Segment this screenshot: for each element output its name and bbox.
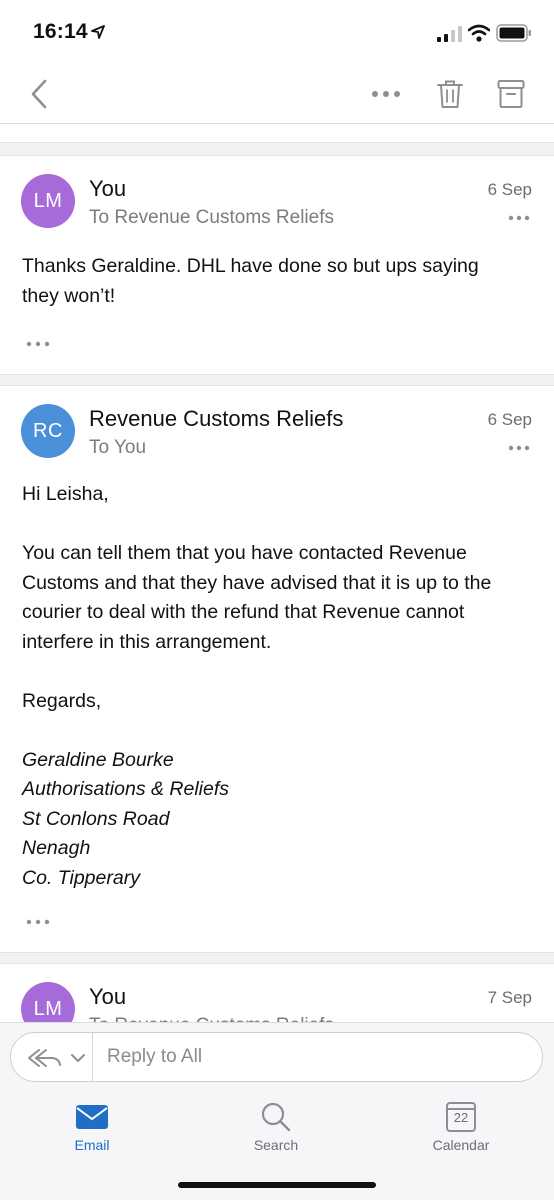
message-card[interactable]: RC Revenue Customs Reliefs To You 6 Sep … (0, 386, 554, 952)
message-separator (0, 374, 554, 386)
more-horizontal-icon (372, 91, 400, 97)
more-options-button[interactable] (366, 78, 406, 110)
message-more-icon[interactable] (508, 444, 530, 452)
tab-label: Search (253, 1137, 299, 1153)
home-indicator (178, 1182, 376, 1188)
body-line: interfere in this arrangement. (22, 630, 272, 653)
recipient-line: To You (89, 437, 147, 458)
location-arrow-icon (91, 25, 105, 39)
signature-line: Geraldine Bourke (22, 748, 174, 771)
signature-line: Co. Tipperary (22, 866, 140, 889)
message-body: Hi Leisha, You can tell them that you ha… (22, 480, 537, 893)
body-line: courier to deal with the refund that Rev… (22, 601, 465, 623)
reply-all-icon[interactable] (25, 1043, 87, 1073)
recipient-line: To Revenue Customs Reliefs (89, 207, 334, 228)
message-card[interactable]: LM You To Revenue Customs Reliefs 6 Sep … (0, 156, 554, 374)
body-line: they won’t! (22, 284, 116, 307)
tab-calendar[interactable]: 22 Calendar (406, 1101, 516, 1167)
avatar: RC (21, 404, 75, 458)
bottom-panel: Reply to All Email Search 22 Calendar (0, 1022, 554, 1200)
calendar-icon: 22 (443, 1101, 479, 1133)
search-icon (261, 1102, 291, 1132)
message-card[interactable]: LM You To Revenue Customs Reliefs 7 Sep (0, 964, 554, 1024)
body-line: Customs and that they have advised that … (22, 571, 492, 594)
trash-icon (437, 80, 463, 108)
chevron-left-icon (31, 79, 47, 109)
expand-quoted-icon[interactable] (26, 340, 50, 348)
archive-icon (497, 80, 525, 108)
sender-name: You (89, 984, 127, 1009)
archive-button[interactable] (493, 76, 529, 112)
message-more-icon[interactable] (508, 214, 530, 222)
delete-button[interactable] (432, 76, 468, 112)
message-date: 6 Sep (487, 410, 532, 429)
back-button[interactable] (22, 76, 56, 112)
status-time: 16:14 (33, 20, 88, 43)
expand-quoted-icon[interactable] (26, 918, 50, 926)
closing: Regards, (22, 689, 102, 712)
reply-field[interactable]: Reply to All (10, 1032, 543, 1082)
calendar-date: 22 (453, 1110, 469, 1125)
body-line: You can tell them that you have contacte… (22, 542, 467, 564)
tab-search[interactable]: Search (221, 1101, 331, 1167)
message-date: 7 Sep (487, 988, 532, 1007)
tab-label: Email (74, 1137, 110, 1153)
sender-name: Revenue Customs Reliefs (89, 406, 344, 431)
wifi-icon (468, 24, 490, 42)
message-separator (0, 142, 554, 156)
navigation-bar (0, 64, 554, 124)
signature-line: Authorisations & Reliefs (22, 778, 230, 800)
avatar: LM (21, 982, 75, 1024)
signature-line: Nenagh (22, 837, 91, 859)
message-separator (0, 952, 554, 964)
signature-line: St Conlons Road (22, 807, 170, 830)
avatar: LM (21, 174, 75, 228)
tab-label: Calendar (432, 1137, 490, 1153)
message-date: 6 Sep (487, 180, 532, 199)
battery-icon (496, 24, 531, 42)
reply-placeholder[interactable]: Reply to All (107, 1046, 202, 1068)
status-bar: 16:14 (0, 0, 554, 64)
sender-name: You (89, 176, 127, 201)
tab-email[interactable]: Email (37, 1101, 147, 1167)
body-line: Thanks Geraldine. DHL have done so but u… (22, 255, 479, 277)
message-body: Thanks Geraldine. DHL have done so but u… (22, 252, 537, 311)
greeting: Hi Leisha, (22, 483, 109, 505)
reply-divider (92, 1033, 93, 1081)
cellular-signal-icon (437, 26, 462, 42)
mail-icon (76, 1105, 108, 1129)
